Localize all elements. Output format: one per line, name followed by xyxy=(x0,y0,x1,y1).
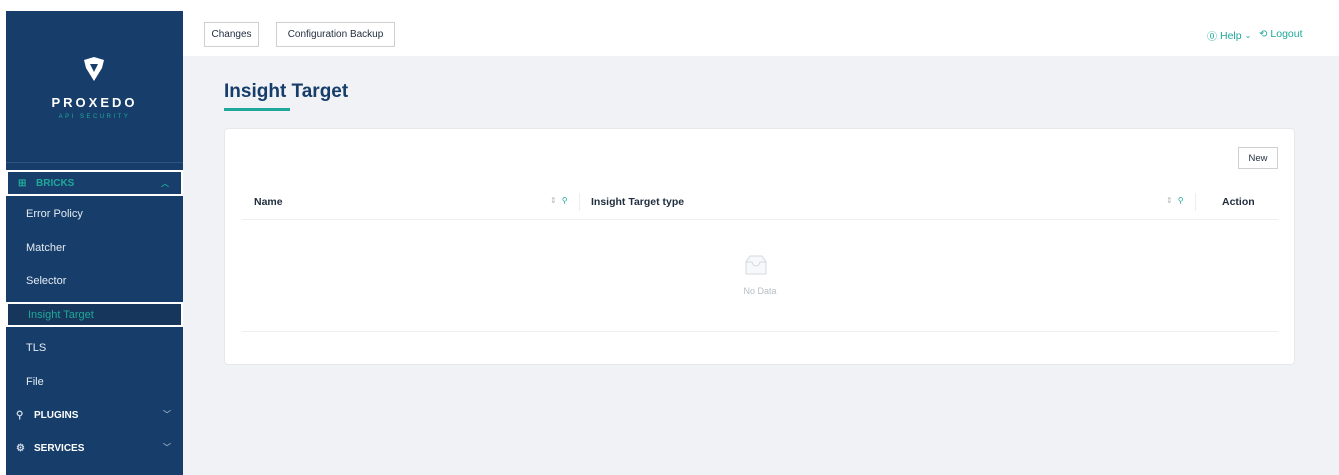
sidebar-group-services[interactable]: ⚙ SERVICES ﹀ xyxy=(6,435,183,461)
column-tools-name: ⇕ ⚲ xyxy=(550,196,568,205)
sort-icon[interactable]: ⇕ xyxy=(550,196,557,205)
logout-label: Logout xyxy=(1270,28,1303,40)
sidebar-item-selector[interactable]: Selector xyxy=(6,266,183,296)
top-bar: Changes Configuration Backup ⓪ Help ⌄ ⟲ … xyxy=(183,11,1339,56)
column-header-type: Insight Target type xyxy=(591,196,685,208)
sidebar-item-error-policy[interactable]: Error Policy xyxy=(6,199,183,229)
table-header: Name ⇕ ⚲ Insight Target type ⇕ ⚲ Action xyxy=(242,186,1278,220)
insight-target-table: Name ⇕ ⚲ Insight Target type ⇕ ⚲ Action xyxy=(242,186,1278,332)
main-content: Insight Target New Name ⇕ ⚲ Insight Targ… xyxy=(183,56,1339,475)
sidebar-item-label: Insight Target xyxy=(28,308,94,321)
empty-state-text: No Data xyxy=(743,286,777,296)
title-underline xyxy=(224,108,290,111)
sidebar-item-insight-target[interactable]: Insight Target xyxy=(6,302,183,327)
sidebar-item-label: Selector xyxy=(26,275,67,287)
column-divider xyxy=(1195,193,1196,211)
sidebar-group-label: BRICKS xyxy=(36,177,75,189)
new-button[interactable]: New xyxy=(1238,147,1278,169)
chevron-down-icon: ⌄ xyxy=(1244,31,1252,40)
column-header-name: Name xyxy=(254,196,283,208)
sidebar-item-label: Error Policy xyxy=(26,208,83,220)
table-card: New Name ⇕ ⚲ Insight Target type ⇕ ⚲ Act… xyxy=(224,128,1295,365)
configuration-backup-button[interactable]: Configuration Backup xyxy=(276,22,395,47)
search-icon[interactable]: ⚲ xyxy=(1178,196,1184,205)
grid-icon: ⊞ xyxy=(18,177,27,189)
page-title: Insight Target xyxy=(224,81,349,102)
chevron-down-icon: ﹀ xyxy=(163,443,171,452)
sidebar-group-bricks[interactable]: ⊞ BRICKS ︿ xyxy=(6,170,183,196)
chevron-up-icon: ︿ xyxy=(161,179,169,188)
sort-icon[interactable]: ⇕ xyxy=(1166,196,1173,205)
logo-icon xyxy=(84,57,104,81)
changes-button[interactable]: Changes xyxy=(204,22,259,47)
logout-link[interactable]: ⟲ Logout xyxy=(1259,28,1303,40)
sidebar-item-label: Matcher xyxy=(26,242,66,254)
sidebar-item-matcher[interactable]: Matcher xyxy=(6,233,183,263)
help-label: Help xyxy=(1220,29,1242,42)
sidebar-group-plugins[interactable]: ⚲ PLUGINS ﹀ xyxy=(6,402,183,428)
table-body-empty: No Data xyxy=(242,220,1278,332)
column-divider xyxy=(579,193,580,211)
sidebar-item-tls[interactable]: TLS xyxy=(6,333,183,363)
brand-logo: PROXEDO API SECURITY xyxy=(6,11,183,163)
help-circle-icon: ⓪ xyxy=(1207,32,1217,43)
gear-icon: ⚙ xyxy=(16,442,25,454)
brand-tagline: API SECURITY xyxy=(58,114,131,120)
logout-icon: ⟲ xyxy=(1259,28,1268,40)
empty-inbox-icon xyxy=(745,255,767,275)
search-icon[interactable]: ⚲ xyxy=(562,196,568,205)
sidebar: PROXEDO API SECURITY ⊞ BRICKS ︿ Error Po… xyxy=(6,11,183,475)
sidebar-group-label: PLUGINS xyxy=(34,409,79,421)
sidebar-group-label: SERVICES xyxy=(34,442,85,454)
plug-icon: ⚲ xyxy=(16,409,24,421)
brand-name: PROXEDO xyxy=(51,95,138,110)
chevron-down-icon: ﹀ xyxy=(163,410,171,419)
sidebar-item-file[interactable]: File xyxy=(6,367,183,397)
sidebar-item-label: File xyxy=(26,376,44,388)
column-header-action: Action xyxy=(1222,196,1255,208)
column-tools-type: ⇕ ⚲ xyxy=(1166,196,1184,205)
sidebar-item-label: TLS xyxy=(26,342,47,354)
help-menu[interactable]: ⓪ Help ⌄ xyxy=(1207,28,1252,44)
